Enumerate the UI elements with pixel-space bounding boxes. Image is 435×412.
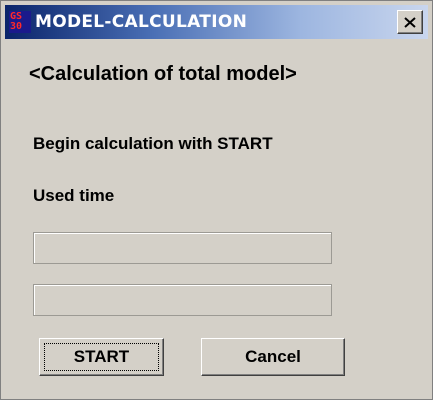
used-time-field-1: [33, 232, 332, 264]
focus-ring: [44, 343, 159, 371]
app-icon: GS 30: [9, 11, 31, 33]
app-icon-text-bottom: 30: [10, 21, 23, 32]
window-title: MODEL-CALCULATION: [35, 12, 248, 32]
dialog-window: GS 30 MODEL-CALCULATION <Calculation of …: [0, 0, 433, 400]
used-time-label: Used time: [33, 186, 115, 205]
close-icon: [404, 16, 416, 28]
used-time-field-2: [33, 284, 332, 316]
close-button[interactable]: [397, 10, 423, 34]
dialog-heading: <Calculation of total model>: [29, 63, 297, 85]
cancel-button-label: Cancel: [245, 347, 301, 366]
title-bar[interactable]: GS 30 MODEL-CALCULATION: [5, 5, 428, 39]
instruction-label: Begin calculation with START: [33, 134, 273, 153]
cancel-button[interactable]: Cancel: [201, 338, 345, 376]
start-button[interactable]: START: [39, 338, 164, 376]
